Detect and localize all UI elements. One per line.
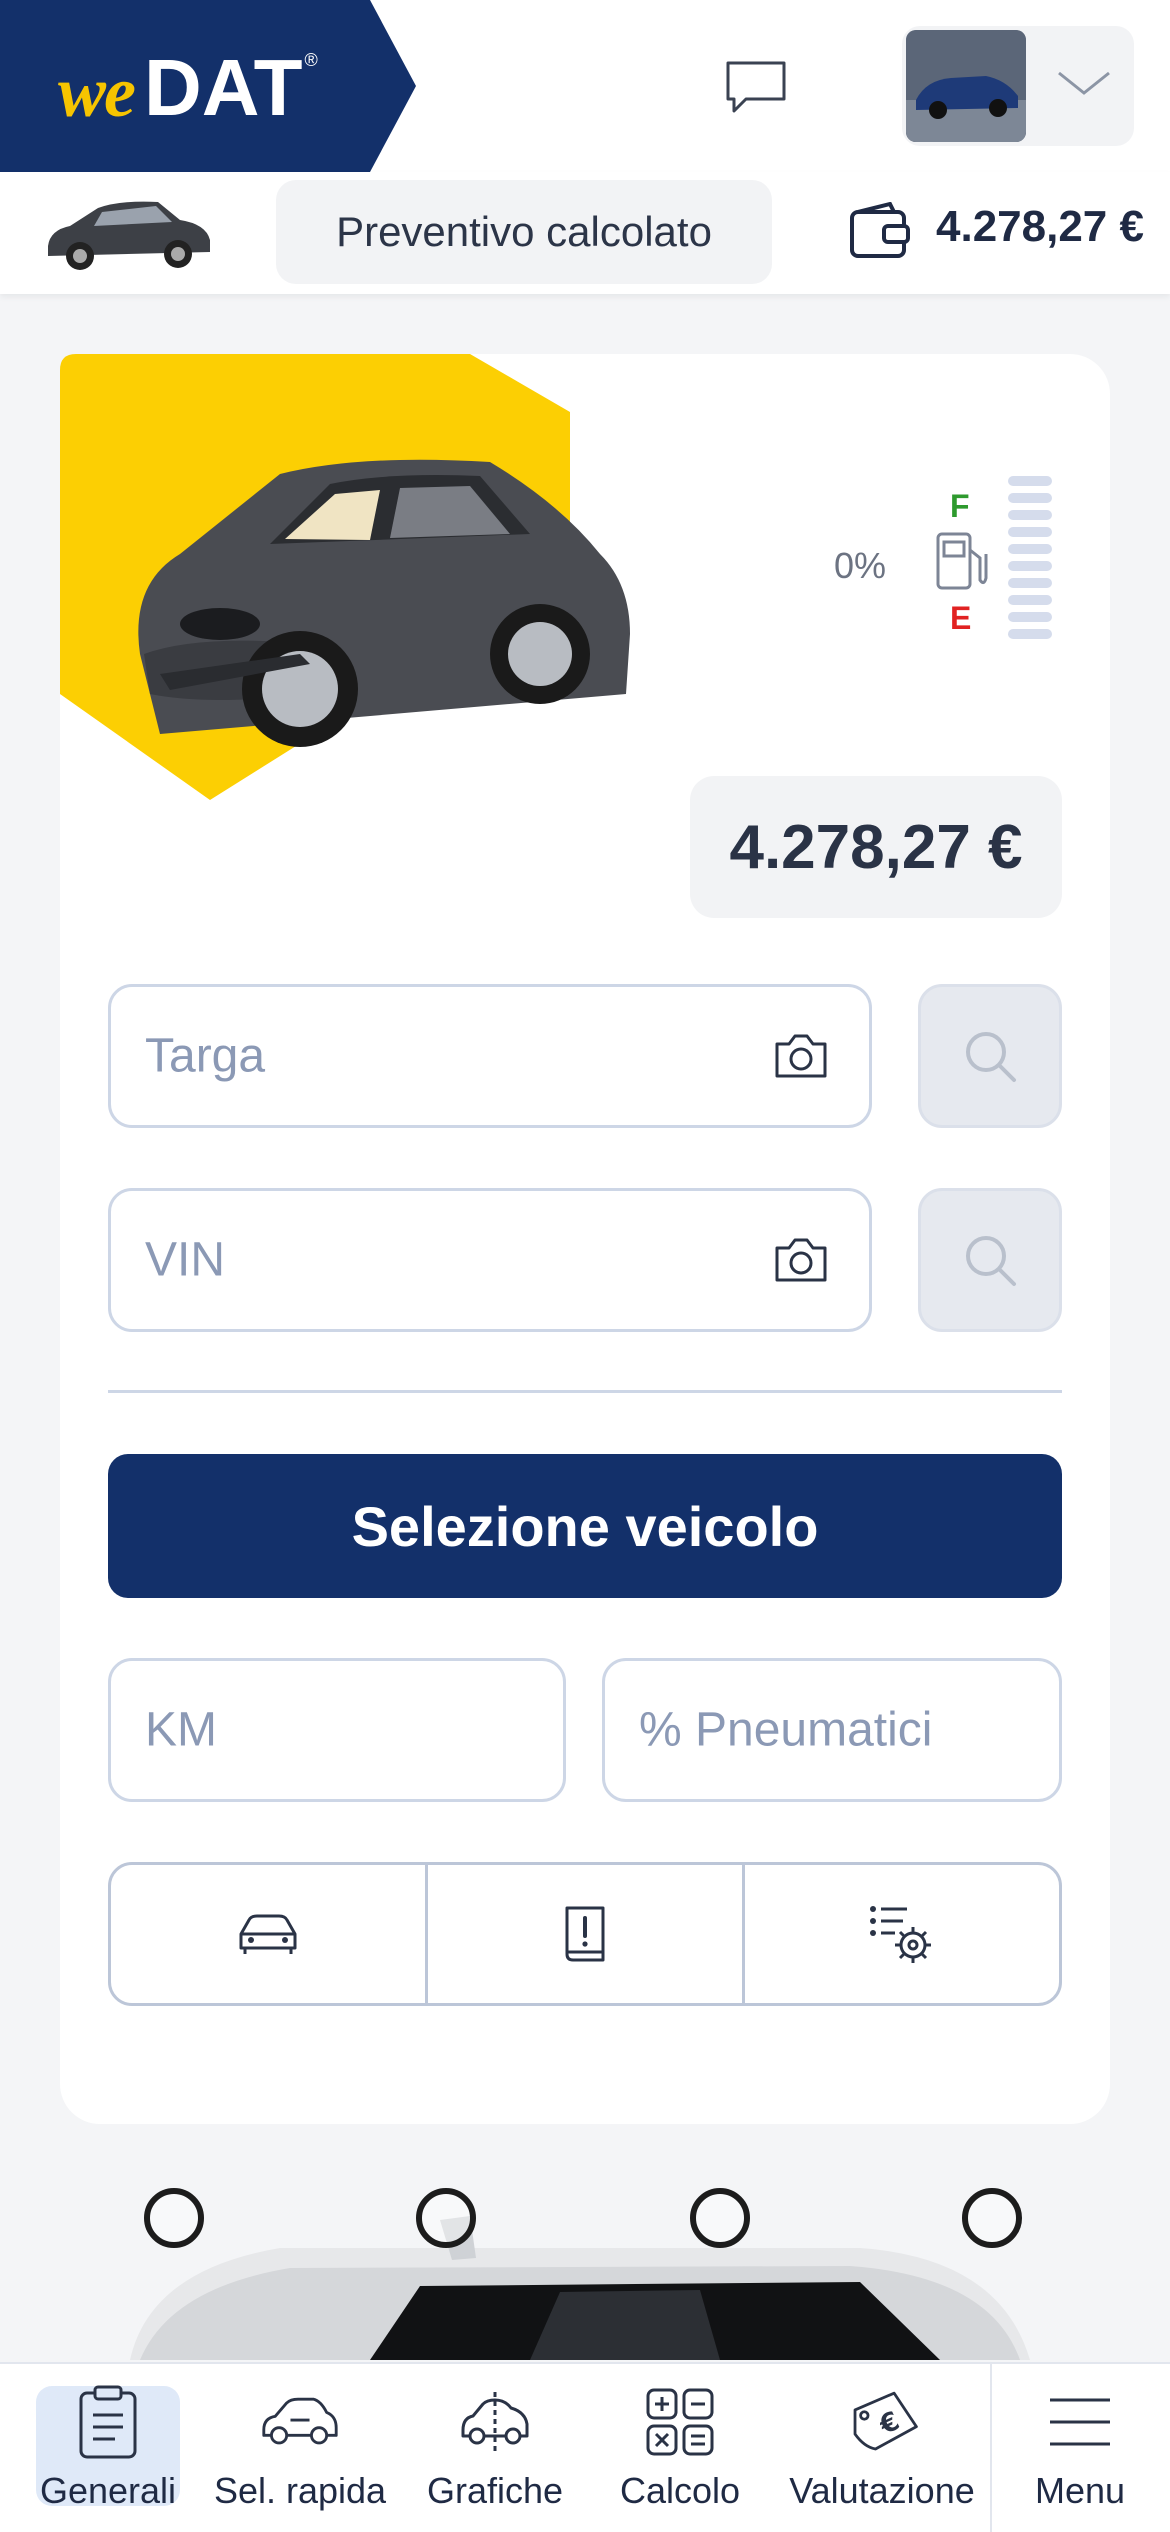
- select-vehicle-button[interactable]: Selezione veicolo: [108, 1454, 1062, 1598]
- vehicle-price: 4.278,27 €: [690, 776, 1062, 918]
- manual-notes-button[interactable]: [428, 1865, 745, 2003]
- quote-status-chip[interactable]: Preventivo calcolato: [276, 180, 772, 284]
- chat-button[interactable]: [716, 52, 796, 124]
- nav-separator: [990, 2364, 992, 2532]
- bottom-navigation: Generali Sel. rapida Grafiche Calcolo € …: [0, 2362, 1170, 2532]
- nav-label: Menu: [1034, 2470, 1126, 2511]
- damage-hotspot[interactable]: [416, 2188, 476, 2248]
- vehicle-details-button[interactable]: [111, 1865, 428, 2003]
- chevron-down-icon[interactable]: [1054, 64, 1114, 104]
- logo-registered-mark: ®: [304, 50, 318, 70]
- camera-icon[interactable]: [773, 1032, 829, 1080]
- vehicle-hero-image: [60, 354, 760, 804]
- wallet-icon: [848, 201, 912, 262]
- vehicle-mini-image: [40, 186, 216, 282]
- km-input[interactable]: KM: [108, 1658, 566, 1802]
- wedat-logo[interactable]: we DAT ®: [0, 0, 416, 172]
- nav-menu[interactable]: Menu: [1002, 2364, 1158, 2532]
- fuel-pump-icon: [934, 530, 990, 594]
- vin-input[interactable]: VIN: [108, 1188, 872, 1332]
- tires-percent-input[interactable]: % Pneumatici: [602, 1658, 1062, 1802]
- car-front-icon: [239, 1914, 297, 1954]
- quote-summary-bar: Preventivo calcolato 4.278,27 €: [0, 172, 1170, 294]
- search-icon: [966, 1236, 1016, 1286]
- camera-icon[interactable]: [773, 1236, 829, 1284]
- section-divider: [108, 1390, 1062, 1393]
- logo-dat-text: DAT: [143, 43, 303, 132]
- damage-hotspot[interactable]: [690, 2188, 750, 2248]
- calculator-icon: [640, 2382, 720, 2462]
- fuel-level-text: 0%: [834, 545, 887, 586]
- vehicle-switcher[interactable]: [902, 26, 1134, 146]
- nav-sel-rapida[interactable]: Sel. rapida: [210, 2364, 390, 2532]
- car-graphic-icon: [455, 2382, 535, 2462]
- plate-search-button[interactable]: [918, 984, 1062, 1128]
- vehicle-options-segment: [108, 1862, 1062, 2006]
- fuel-gauge: [1008, 476, 1052, 652]
- plate-placeholder: Targa: [145, 1029, 266, 1083]
- nav-calcolo[interactable]: Calcolo: [600, 2364, 760, 2532]
- tires-placeholder: % Pneumatici: [639, 1703, 933, 1757]
- euro-tag-icon: €: [842, 2382, 922, 2462]
- vin-search-button[interactable]: [918, 1188, 1062, 1332]
- hamburger-icon: [1040, 2382, 1120, 2462]
- total-price: 4.278,27 €: [936, 202, 1144, 251]
- fuel-full-label: F: [950, 488, 970, 524]
- km-placeholder: KM: [145, 1703, 217, 1757]
- search-icon: [966, 1032, 1016, 1082]
- damage-hotspot[interactable]: [144, 2188, 204, 2248]
- clipboard-icon: [68, 2382, 148, 2462]
- nav-grafiche[interactable]: Grafiche: [412, 2364, 578, 2532]
- vehicle-thumbnail: [906, 30, 1026, 142]
- chat-icon: [726, 61, 786, 113]
- nav-label: Sel. rapida: [213, 2470, 387, 2511]
- plate-input[interactable]: Targa: [108, 984, 872, 1128]
- fuel-empty-label: E: [950, 600, 972, 636]
- logo-we-text: we: [58, 52, 136, 132]
- nav-label: Grafiche: [426, 2470, 564, 2511]
- car-outline-icon: [260, 2382, 340, 2462]
- app-header: we DAT ®: [0, 0, 1170, 172]
- vin-placeholder: VIN: [145, 1233, 226, 1287]
- nav-label: Generali: [39, 2470, 177, 2511]
- damage-hotspot[interactable]: [962, 2188, 1022, 2248]
- nav-label: Valutazione: [789, 2470, 975, 2511]
- book-alert-icon: [565, 1906, 605, 1962]
- nav-label: Calcolo: [619, 2470, 741, 2511]
- nav-generali[interactable]: Generali: [28, 2364, 188, 2532]
- equipment-settings-button[interactable]: [745, 1865, 1059, 2003]
- nav-valutazione[interactable]: € Valutazione: [782, 2364, 982, 2532]
- list-settings-icon: [870, 1906, 931, 1963]
